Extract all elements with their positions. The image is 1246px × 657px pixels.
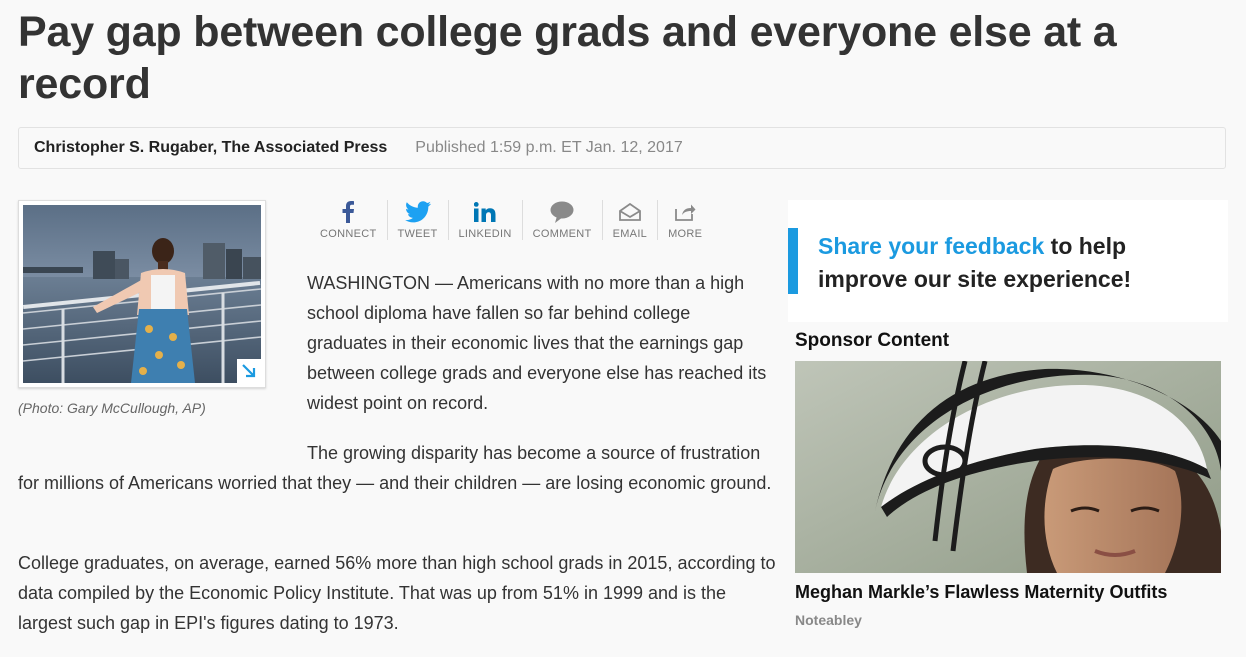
sponsor-title-link[interactable]: Meghan Markle’s Flawless Maternity Outfi… [795, 582, 1167, 603]
share-linkedin-button[interactable]: LINKEDIN [449, 200, 523, 240]
share-label: CONNECT [320, 228, 377, 240]
share-label: MORE [668, 228, 703, 240]
facebook-icon [342, 201, 355, 223]
article-paragraph: College graduates, on average, earned 56… [18, 553, 776, 633]
share-label: COMMENT [532, 228, 592, 240]
share-bar: CONNECT TWEET LINKEDIN COMMENT EMAIL MOR… [310, 200, 712, 244]
feedback-text: Share your feedback to help improve our … [818, 230, 1218, 296]
sponsor-content-heading: Sponsor Content [795, 330, 950, 351]
sponsor-image[interactable] [795, 360, 1221, 573]
article-paragraph: WASHINGTON — Americans with no more than… [307, 273, 767, 413]
email-icon [618, 203, 641, 221]
twitter-icon [404, 201, 431, 223]
share-more-icon [675, 204, 696, 221]
sponsor-source: Noteabley [795, 612, 862, 628]
article-paragraph: The growing disparity has become a sourc… [18, 443, 772, 493]
feedback-accent-bar [788, 228, 798, 294]
feedback-link[interactable]: Share your feedback [818, 233, 1044, 259]
share-label: EMAIL [612, 228, 648, 240]
share-twitter-button[interactable]: TWEET [388, 200, 449, 240]
photo-caption: (Photo: Gary McCullough, AP) [18, 400, 206, 416]
share-label: TWEET [397, 228, 438, 240]
published-date: Published 1:59 p.m. ET Jan. 12, 2017 [415, 139, 683, 156]
linkedin-icon [474, 202, 496, 222]
email-button[interactable]: EMAIL [603, 200, 659, 240]
photo-image [23, 205, 261, 383]
comment-icon [550, 201, 574, 223]
share-label: LINKEDIN [458, 228, 512, 240]
feedback-banner[interactable]: Share your feedback to help improve our … [788, 200, 1228, 322]
article-photo[interactable] [18, 200, 266, 388]
more-share-button[interactable]: MORE [658, 200, 712, 240]
author-name: Christopher S. Rugaber, The Associated P… [34, 139, 388, 156]
comment-button[interactable]: COMMENT [523, 200, 603, 240]
article-headline: Pay gap between college grads and everyo… [18, 8, 1117, 108]
byline-bar: Christopher S. Rugaber, The Associated P… [18, 127, 1226, 169]
expand-photo-icon[interactable] [237, 359, 261, 383]
share-facebook-button[interactable]: CONNECT [310, 200, 388, 240]
